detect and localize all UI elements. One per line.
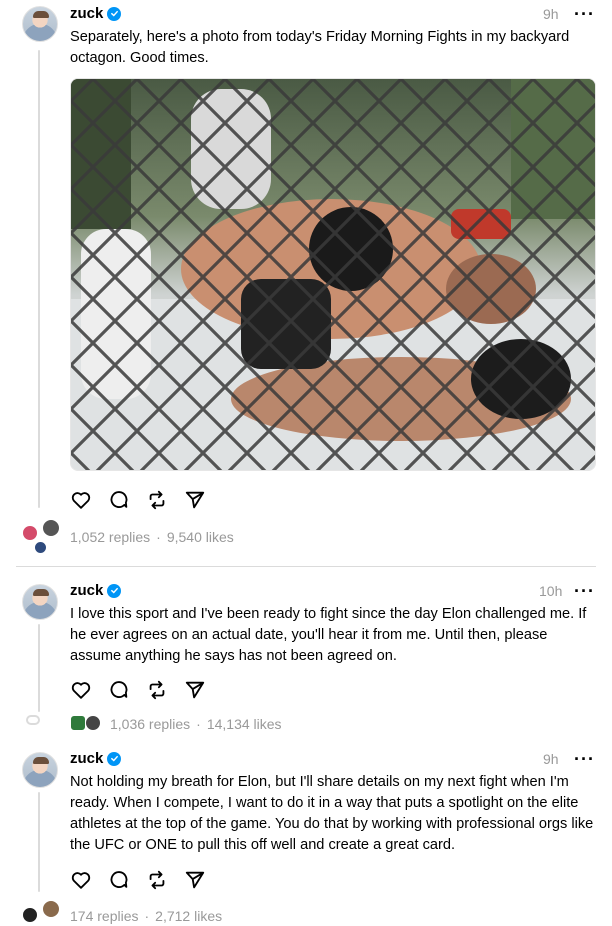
avatar[interactable] bbox=[22, 584, 58, 620]
post-photo[interactable] bbox=[70, 78, 596, 471]
post-text: Separately, here's a photo from today's … bbox=[70, 29, 570, 66]
replier-avatar[interactable] bbox=[70, 715, 86, 731]
divider bbox=[16, 566, 596, 567]
replier-avatar[interactable] bbox=[42, 519, 60, 537]
replier-avatar[interactable] bbox=[22, 907, 38, 923]
replier-avatar[interactable] bbox=[34, 541, 47, 554]
repost-icon[interactable] bbox=[146, 489, 168, 511]
more-icon[interactable]: ··· bbox=[574, 582, 595, 600]
avatar[interactable] bbox=[22, 752, 58, 788]
thread-line bbox=[38, 50, 40, 508]
share-icon[interactable] bbox=[184, 489, 206, 511]
post-stats: 174 replies · 2,712 likes bbox=[70, 908, 222, 924]
heart-icon[interactable] bbox=[70, 489, 92, 511]
replies-count[interactable]: 1,052 replies bbox=[70, 529, 150, 545]
timestamp: 10h bbox=[539, 583, 563, 599]
replier-avatar[interactable] bbox=[42, 900, 60, 918]
replies-count[interactable]: 1,036 replies bbox=[110, 716, 190, 732]
comment-icon[interactable] bbox=[108, 679, 130, 701]
repost-icon[interactable] bbox=[146, 679, 168, 701]
username[interactable]: zuck bbox=[70, 5, 122, 22]
username-label: zuck bbox=[70, 750, 104, 767]
post-stats: 1,036 replies · 14,134 likes bbox=[110, 716, 282, 732]
more-icon[interactable]: ··· bbox=[574, 5, 595, 23]
verified-icon bbox=[107, 583, 122, 598]
username[interactable]: zuck bbox=[70, 750, 122, 767]
username-label: zuck bbox=[70, 5, 104, 22]
share-icon[interactable] bbox=[184, 679, 206, 701]
comment-icon[interactable] bbox=[108, 869, 130, 891]
likes-count[interactable]: 9,540 likes bbox=[167, 529, 234, 545]
heart-icon[interactable] bbox=[70, 679, 92, 701]
post-text: Not holding my breath for Elon, but I'll… bbox=[70, 774, 594, 853]
thread-line bbox=[38, 792, 40, 892]
post-2: zuck 10h ··· I love this sport and I've … bbox=[0, 574, 612, 734]
comment-icon[interactable] bbox=[108, 489, 130, 511]
username[interactable]: zuck bbox=[70, 582, 122, 599]
replier-avatar[interactable] bbox=[85, 715, 101, 731]
share-icon[interactable] bbox=[184, 869, 206, 891]
timestamp: 9h bbox=[543, 6, 559, 22]
action-bar bbox=[70, 679, 206, 701]
post-stats: 1,052 replies · 9,540 likes bbox=[70, 529, 234, 545]
likes-count[interactable]: 2,712 likes bbox=[155, 908, 222, 924]
repost-icon[interactable] bbox=[146, 869, 168, 891]
timestamp: 9h bbox=[543, 751, 559, 767]
stats-separator: · bbox=[196, 716, 201, 732]
mma-photo-image bbox=[71, 79, 595, 470]
stats-separator: · bbox=[156, 529, 161, 545]
username-label: zuck bbox=[70, 582, 104, 599]
post-text: I love this sport and I've been ready to… bbox=[70, 606, 587, 664]
likes-count[interactable]: 14,134 likes bbox=[207, 716, 282, 732]
verified-icon bbox=[107, 751, 122, 766]
action-bar bbox=[70, 869, 206, 891]
action-bar bbox=[70, 489, 206, 511]
more-icon[interactable]: ··· bbox=[574, 750, 595, 768]
thread-line bbox=[38, 624, 40, 712]
post-3: zuck 9h ··· Not holding my breath for El… bbox=[0, 742, 612, 926]
avatar[interactable] bbox=[22, 6, 58, 42]
thread-loop-icon bbox=[26, 715, 40, 725]
replies-count[interactable]: 174 replies bbox=[70, 908, 139, 924]
verified-icon bbox=[107, 6, 122, 21]
replier-avatar[interactable] bbox=[22, 525, 38, 541]
heart-icon[interactable] bbox=[70, 869, 92, 891]
post-1: zuck 9h ··· Separately, here's a photo f… bbox=[0, 0, 612, 560]
stats-separator: · bbox=[144, 908, 150, 924]
